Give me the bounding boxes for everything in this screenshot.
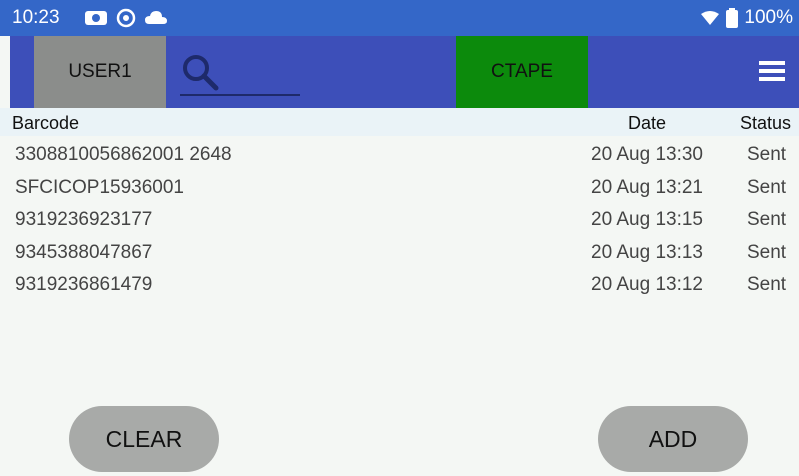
status-bar: 10:23 100% [0,0,799,36]
table-header: Barcode Date Status [0,108,799,136]
cloud-icon [145,11,167,24]
camera-icon [85,11,107,25]
row-barcode: 3308810056862001 2648 [15,144,232,165]
table-row[interactable]: SFCICOP15936001 20 Aug 13:21 Sent [0,173,799,206]
row-status: Sent [747,274,787,295]
search-underline [180,94,300,96]
row-barcode: 9345388047867 [15,241,153,263]
wifi-icon [701,11,720,25]
row-date: 20 Aug 13:15 [591,209,703,230]
status-time: 10:23 [12,7,60,28]
table-row[interactable]: 9345388047867 20 Aug 13:13 Sent [0,238,799,271]
row-date: 20 Aug 13:21 [591,176,703,198]
search-field[interactable] [180,50,300,96]
row-status: Sent [747,144,787,165]
row-status: Sent [747,241,787,263]
row-status: Sent [747,176,787,198]
status-icons-left [84,8,168,28]
row-date: 20 Aug 13:30 [591,144,703,165]
settings-circle-icon [116,8,136,28]
row-barcode: SFCICOP15936001 [15,176,184,198]
row-status: Sent [747,209,787,230]
header-barcode: Barcode [12,113,80,133]
header-date: Date [628,113,667,133]
hamburger-menu-icon[interactable] [759,60,785,82]
barcode-list: 3308810056862001 2648 20 Aug 13:30 Sent … [0,140,799,303]
header-status: Status [740,113,792,133]
clear-button[interactable]: CLEAR [69,406,219,472]
user-button[interactable]: USER1 [34,36,166,108]
battery-icon [726,8,739,28]
battery-percent: 100% [744,7,793,28]
row-barcode: 9319236861479 [15,274,153,295]
add-button[interactable]: ADD [598,406,748,472]
row-date: 20 Aug 13:12 [591,274,703,295]
table-row[interactable]: 9319236861479 20 Aug 13:12 Sent [0,270,799,303]
search-icon[interactable] [180,52,222,94]
table-row[interactable]: 9319236923177 20 Aug 13:15 Sent [0,205,799,238]
status-right: 100% [700,7,793,29]
row-barcode: 9319236923177 [15,209,153,230]
toolbar: USER1 CTAPE [10,36,799,108]
row-date: 20 Aug 13:13 [591,241,703,263]
ctape-button[interactable]: CTAPE [456,36,588,108]
table-row[interactable]: 3308810056862001 2648 20 Aug 13:30 Sent [0,140,799,173]
